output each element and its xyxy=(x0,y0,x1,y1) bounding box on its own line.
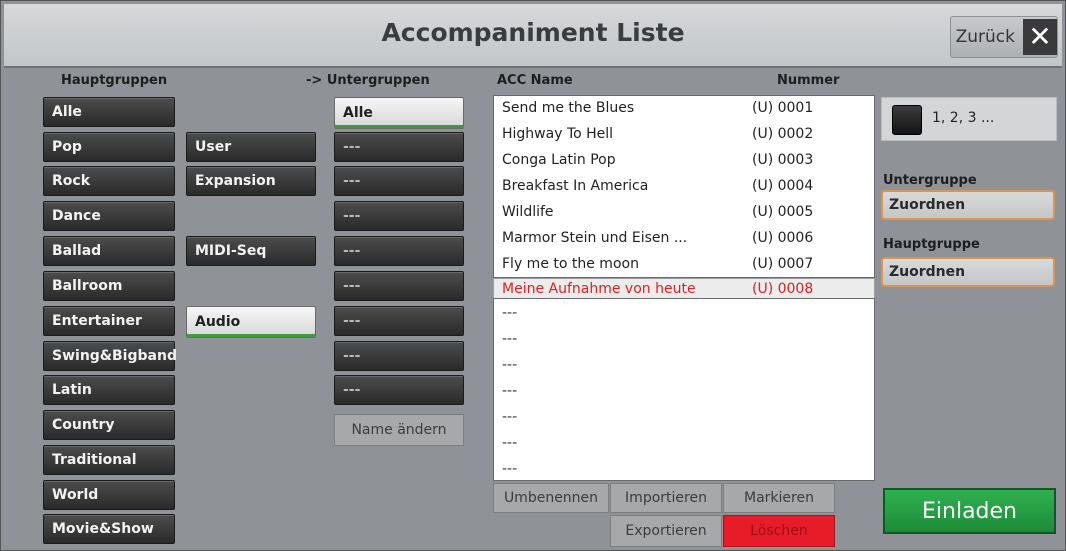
sub-groups-header: -> Untergruppen xyxy=(306,73,430,88)
main-group-alle[interactable]: Alle xyxy=(43,97,175,127)
list-item[interactable]: Highway To Hell (U) 0002 xyxy=(494,122,874,147)
page-title: Accompaniment Liste xyxy=(381,18,685,47)
list-item[interactable]: Marmor Stein und Eisen ... (U) 0006 xyxy=(494,226,874,251)
empty-list-item[interactable]: --- xyxy=(502,383,517,399)
sub-group-slot-9[interactable]: --- xyxy=(334,375,464,405)
main-group-entertainer[interactable]: Entertainer xyxy=(43,306,175,336)
selected-acc-number: (U) 0008 xyxy=(752,281,814,297)
main-groups-header: Hauptgruppen xyxy=(61,73,168,88)
main-group-country[interactable]: Country xyxy=(43,410,175,440)
main-group-rock[interactable]: Rock xyxy=(43,166,175,196)
main-group-world[interactable]: World xyxy=(43,480,175,510)
main-group-movie-show[interactable]: Movie&Show xyxy=(43,514,175,544)
sub-group-alle[interactable]: Alle xyxy=(334,97,464,129)
maingroup-assign-field[interactable]: Zuordnen xyxy=(881,257,1055,287)
acc-number: (U) 0005 xyxy=(752,204,814,220)
source-expansion-button[interactable]: Expansion xyxy=(186,166,316,196)
list-item[interactable]: Conga Latin Pop (U) 0003 xyxy=(494,148,874,173)
source-midi-seq-button[interactable]: MIDI-Seq xyxy=(186,236,316,266)
sub-group-slot-5[interactable]: --- xyxy=(334,236,464,266)
sub-group-slot-7[interactable]: --- xyxy=(334,306,464,336)
accompaniment-list-window: Accompaniment Liste Zurück ✕ Hauptgruppe… xyxy=(0,0,1066,551)
rename-button[interactable]: Umbenennen xyxy=(493,483,609,513)
acc-list: Send me the Blues (U) 0001 Highway To He… xyxy=(493,95,875,278)
acc-number: (U) 0003 xyxy=(752,152,814,168)
acc-name-header: ACC Name xyxy=(497,73,573,88)
main-group-ballroom[interactable]: Ballroom xyxy=(43,271,175,301)
source-audio-button[interactable]: Audio xyxy=(186,306,316,338)
acc-number: (U) 0004 xyxy=(752,178,814,194)
acc-name: Fly me to the moon xyxy=(502,256,639,272)
sub-group-slot-3[interactable]: --- xyxy=(334,166,464,196)
load-button[interactable]: Einladen xyxy=(883,488,1056,534)
acc-number: (U) 0007 xyxy=(752,256,814,272)
acc-name: Marmor Stein und Eisen ... xyxy=(502,230,688,246)
import-button[interactable]: Importieren xyxy=(610,483,722,513)
acc-name: Send me the Blues xyxy=(502,100,635,116)
back-button[interactable]: Zurück ✕ xyxy=(950,16,1058,58)
rename-subgroup-button[interactable]: Name ändern xyxy=(334,414,464,446)
sub-group-slot-8[interactable]: --- xyxy=(334,341,464,371)
acc-name: Conga Latin Pop xyxy=(502,152,616,168)
subgroup-label: Untergruppe xyxy=(883,173,977,188)
list-item[interactable]: Wildlife (U) 0005 xyxy=(494,200,874,225)
main-group-dance[interactable]: Dance xyxy=(43,201,175,231)
main-group-latin[interactable]: Latin xyxy=(43,375,175,405)
list-item[interactable]: Fly me to the moon (U) 0007 xyxy=(494,252,874,277)
acc-name: Highway To Hell xyxy=(502,126,614,142)
main-group-swing-bigband[interactable]: Swing&Bigband xyxy=(43,341,177,371)
title-bar: Accompaniment Liste Zurück ✕ xyxy=(4,4,1062,68)
empty-list-item[interactable]: --- xyxy=(502,435,517,451)
selected-acc-name: Meine Aufnahme von heute xyxy=(502,281,696,297)
acc-list-empty-slots: --- --- --- --- --- --- --- xyxy=(493,298,875,481)
back-label: Zurück xyxy=(955,27,1015,47)
acc-number: (U) 0001 xyxy=(752,100,814,116)
empty-list-item[interactable]: --- xyxy=(502,305,517,321)
empty-list-item[interactable]: --- xyxy=(502,357,517,373)
mark-button[interactable]: Markieren xyxy=(723,483,835,513)
maingroup-label: Hauptgruppe xyxy=(883,237,980,252)
main-group-traditional[interactable]: Traditional xyxy=(43,445,175,475)
empty-list-item[interactable]: --- xyxy=(502,409,517,425)
numbering-label: 1, 2, 3 ... xyxy=(932,110,995,126)
source-user-button[interactable]: User xyxy=(186,132,316,162)
acc-number: (U) 0002 xyxy=(752,126,814,142)
empty-list-item[interactable]: --- xyxy=(502,331,517,347)
number-header: Nummer xyxy=(777,73,840,88)
sub-group-slot-4[interactable]: --- xyxy=(334,201,464,231)
close-icon[interactable]: ✕ xyxy=(1023,19,1057,55)
selected-list-item[interactable]: Meine Aufnahme von heute (U) 0008 xyxy=(493,278,875,300)
main-group-pop[interactable]: Pop xyxy=(43,132,175,162)
acc-number: (U) 0006 xyxy=(752,230,814,246)
numbering-toggle[interactable] xyxy=(892,105,922,135)
sub-group-slot-6[interactable]: --- xyxy=(334,271,464,301)
export-button[interactable]: Exportieren xyxy=(610,515,722,547)
acc-name: Wildlife xyxy=(502,204,554,220)
numbering-toggle-panel: 1, 2, 3 ... xyxy=(881,97,1057,141)
empty-list-item[interactable]: --- xyxy=(502,461,517,477)
delete-button[interactable]: Löschen xyxy=(723,515,835,547)
subgroup-assign-field[interactable]: Zuordnen xyxy=(881,190,1055,220)
acc-name: Breakfast In America xyxy=(502,178,649,194)
main-group-ballad[interactable]: Ballad xyxy=(43,236,175,266)
list-item[interactable]: Send me the Blues (U) 0001 xyxy=(494,96,874,121)
sub-group-slot-2[interactable]: --- xyxy=(334,132,464,162)
list-item[interactable]: Breakfast In America (U) 0004 xyxy=(494,174,874,199)
